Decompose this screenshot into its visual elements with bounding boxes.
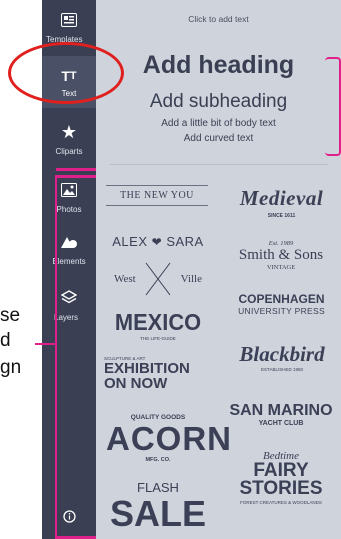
font-combo-exhibition[interactable]: SCULPTURE & ART EXHIBITION ON NOW — [104, 356, 219, 391]
highlight-box-top — [56, 168, 96, 171]
text-panel: Click to add text Add heading Add subhea… — [96, 0, 341, 539]
font-combo-subtext: SINCE 1611 — [267, 213, 296, 219]
side-caption: d — [0, 330, 11, 351]
star-icon: ★ — [60, 121, 78, 142]
add-body-text-button[interactable]: Add a little bit of body text — [96, 118, 341, 129]
font-combo-the-new-you[interactable]: THE NEW YOU — [106, 185, 208, 206]
font-combo-subtext: ESTABLISHED 1950 — [261, 367, 303, 372]
font-combo-copenhagen[interactable]: COPENHAGEN UNIVERSITY PRESS — [224, 292, 339, 316]
font-combo-text: Smith & Sons — [238, 247, 324, 263]
font-combo-san-marino[interactable]: SAN MARINO YACHT CLUB — [222, 402, 340, 427]
divider — [110, 164, 328, 165]
add-subheading-button[interactable]: Add subheading — [96, 91, 341, 113]
font-combo-subtext: VINTAGE — [266, 264, 296, 271]
font-combo-acorn[interactable]: QUALITY GOODS ACORN MFG. CO. — [106, 414, 232, 463]
font-combo-alex-sara[interactable]: ALEX ❤ SARA — [103, 234, 213, 249]
font-combo-text: ON NOW — [104, 375, 168, 392]
add-heading-button[interactable]: Add heading — [96, 51, 341, 80]
highlight-bracket — [325, 57, 341, 156]
highlight-arrow-line — [35, 343, 57, 345]
highlight-circle — [8, 42, 124, 104]
font-combo-text: MEXICO — [114, 309, 202, 335]
font-combo-text: ACORN — [106, 420, 232, 457]
font-combo-text: Ville — [180, 273, 202, 285]
sidebar-item-cliparts[interactable]: ★ Cliparts — [42, 112, 96, 164]
font-combo-text: SALE — [109, 493, 206, 534]
add-curved-text-button[interactable]: Add curved text — [96, 133, 341, 144]
heart-icon: ❤ — [151, 235, 163, 249]
highlight-box-edge — [55, 175, 65, 539]
font-combo-subtext: YACHT CLUB — [258, 420, 304, 427]
side-caption: gn — [0, 357, 22, 378]
font-combo-medieval[interactable]: Medieval SINCE 1611 — [224, 186, 339, 219]
font-combo-text: EXHIBITION — [104, 360, 190, 377]
font-combo-westville[interactable]: West Ville — [114, 262, 202, 296]
font-combo-text: Medieval — [239, 186, 324, 210]
font-combo-text: SARA — [166, 234, 204, 249]
font-combo-text: West — [114, 273, 136, 285]
font-combo-text: COPENHAGEN — [238, 292, 325, 306]
font-combo-text: ALEX — [112, 234, 148, 249]
sidebar-item-label: Cliparts — [55, 147, 83, 156]
font-combo-flash-sale[interactable]: FLASH SALE — [106, 480, 210, 533]
font-combo-fairy-stories[interactable]: Bedtime FAIRY STORIES FOREST CREATURES &… — [224, 450, 338, 505]
side-caption: se — [0, 305, 21, 326]
font-combo-blackbird[interactable]: Blackbird ESTABLISHED 1950 — [226, 342, 338, 372]
font-combo-mexico[interactable]: MEXICO THE LIFE-GUIDE — [104, 309, 212, 341]
font-combo-subtext: FOREST CREATURES & WOODLANDS — [240, 500, 322, 505]
cross-mark — [145, 262, 171, 296]
font-combo-text: Blackbird — [239, 342, 325, 366]
font-combo-subtext: MFG. CO. — [145, 457, 171, 463]
font-combo-text: SAN MARINO — [229, 402, 333, 419]
font-combo-smith-sons[interactable]: Est. 1989 Smith & Sons VINTAGE — [226, 240, 336, 271]
font-combo-text: STORIES — [239, 478, 323, 499]
panel-hint: Click to add text — [188, 14, 249, 24]
font-combo-subtext: THE LIFE-GUIDE — [140, 336, 176, 341]
templates-icon — [42, 10, 96, 30]
font-combo-subtext: Est. 1989 — [268, 240, 294, 247]
font-combo-text: THE NEW YOU — [106, 185, 208, 206]
font-combo-subtext: UNIVERSITY PRESS — [238, 306, 325, 316]
